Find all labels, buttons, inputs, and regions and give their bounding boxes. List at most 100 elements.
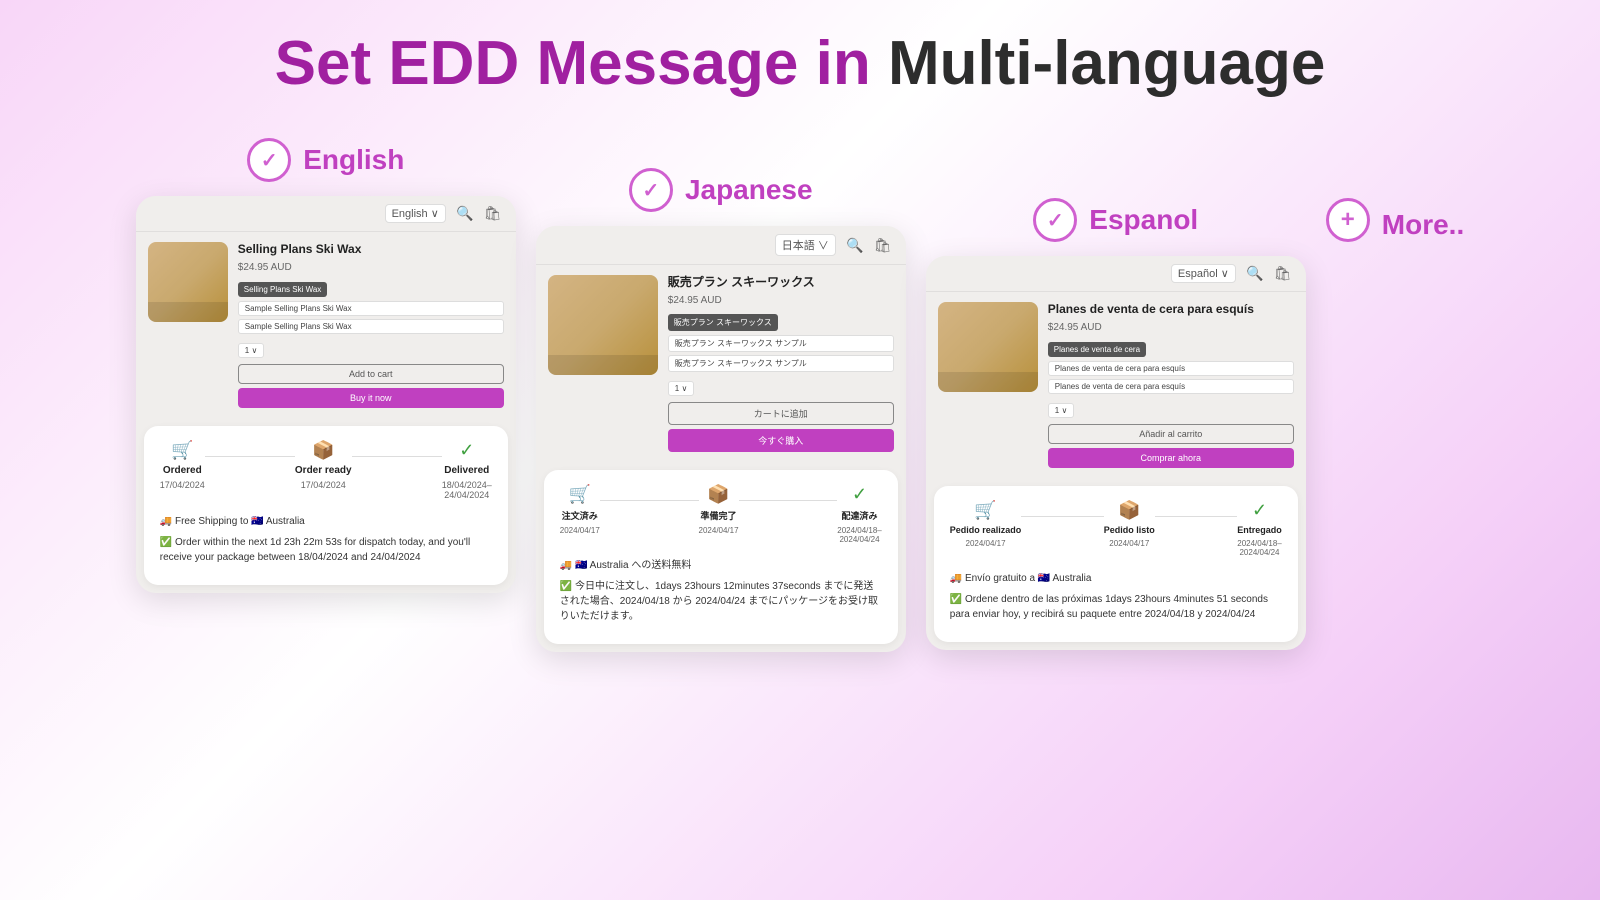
espanol-product-price: $24.95 AUD — [1048, 322, 1294, 333]
more-label-text[interactable]: More.. — [1382, 209, 1464, 241]
japanese-product-info: 販売プラン スキーワックス $24.95 AUD 販売プラン スキーワックス 販… — [668, 275, 894, 452]
english-variant-2[interactable]: Sample Selling Plans Ski Wax — [238, 319, 504, 334]
english-product-image — [148, 242, 228, 322]
espanol-label: ✓ Espanol — [1033, 198, 1198, 242]
japanese-add-cart-btn[interactable]: カートに追加 — [668, 402, 894, 425]
cart-icon[interactable]: 🛍 — [484, 205, 502, 223]
espanol-product-image — [938, 302, 1038, 392]
japanese-variant-btn[interactable]: 販売プラン スキーワックス — [668, 314, 778, 331]
espanol-divider-1 — [1021, 516, 1103, 517]
japanese-variant-2[interactable]: 販売プラン スキーワックス サンプル — [668, 355, 894, 372]
japanese-variant-row: 販売プラン スキーワックス サンプル 販売プラン スキーワックス サンプル — [668, 335, 894, 372]
japanese-block: ✓ Japanese 日本語 ∨ 🔍 🛍 販売プラン スキーワックス $24.9… — [536, 168, 906, 652]
english-step-ready: 📦 Order ready 17/04/2024 — [295, 440, 352, 490]
page-title: Set EDD Message in Multi-language — [275, 30, 1326, 98]
japanese-ordered-icon: 🛒 — [569, 484, 591, 505]
english-delivered-date: 18/04/2024–24/04/2024 — [442, 480, 492, 500]
espanol-ready-label: Pedido listo — [1104, 525, 1155, 535]
english-ordered-label: Ordered — [163, 465, 202, 476]
english-label-text: English — [303, 144, 404, 176]
espanol-buy-now-btn[interactable]: Comprar ahora — [1048, 448, 1294, 468]
japanese-browser-bar: 日本語 ∨ 🔍 🛍 — [536, 226, 906, 265]
espanol-ordered-date: 2024/04/17 — [966, 539, 1006, 548]
more-label-row[interactable]: + More.. — [1326, 198, 1464, 242]
espanol-search-icon[interactable]: 🔍 — [1246, 265, 1264, 283]
espanol-variant-btn[interactable]: Planes de venta de cera — [1048, 342, 1146, 357]
espanol-ready-date: 2024/04/17 — [1109, 539, 1149, 548]
japanese-search-icon[interactable]: 🔍 — [846, 236, 864, 254]
japanese-product-price: $24.95 AUD — [668, 295, 894, 306]
english-variant-1[interactable]: Sample Selling Plans Ski Wax — [238, 301, 504, 316]
espanol-step-delivered: ✓ Entregado 2024/04/18–2024/04/24 — [1237, 500, 1282, 557]
more-plus-icon[interactable]: + — [1326, 198, 1370, 242]
english-steps-row: 🛒 Ordered 17/04/2024 📦 Order ready 17/04… — [160, 440, 492, 500]
english-ready-icon: 📦 — [312, 440, 334, 461]
title-multi-part: Multi-language — [888, 29, 1325, 98]
japanese-ready-icon: 📦 — [707, 484, 729, 505]
espanol-qty-select[interactable]: 1 ∨ — [1048, 403, 1075, 418]
espanol-shipping-line: 🚚 Envío gratuito a 🇦🇺 Australia — [950, 571, 1282, 586]
espanol-delivered-label: Entregado — [1237, 525, 1282, 535]
espanol-label-text: Espanol — [1089, 204, 1198, 236]
english-shipping-line: 🚚 Free Shipping to 🇦🇺 Australia — [160, 514, 492, 529]
japanese-edd-box: 🛒 注文済み 2024/04/17 📦 準備完了 2024/04/17 ✓ 配達… — [544, 470, 898, 644]
english-divider-1 — [205, 456, 295, 457]
espanol-card: Español ∨ 🔍 🛍 Planes de venta de cera pa… — [926, 256, 1306, 650]
english-order-text: ✅ Order within the next 1d 23h 22m 53s f… — [160, 535, 492, 565]
japanese-label-text: Japanese — [685, 174, 813, 206]
espanol-steps-row: 🛒 Pedido realizado 2024/04/17 📦 Pedido l… — [950, 500, 1282, 557]
espanol-delivered-date: 2024/04/18–2024/04/24 — [1237, 539, 1282, 557]
english-add-cart-btn[interactable]: Add to cart — [238, 364, 504, 384]
english-qty-select[interactable]: 1 ∨ — [238, 343, 265, 358]
espanol-order-text: ✅ Ordene dentro de las próximas 1days 23… — [950, 592, 1282, 622]
espanol-check-icon: ✓ — [1033, 198, 1077, 242]
espanol-lang-select[interactable]: Español ∨ — [1171, 264, 1236, 283]
espanol-edd-box: 🛒 Pedido realizado 2024/04/17 📦 Pedido l… — [934, 486, 1298, 642]
espanol-shipping-text: 🚚 Envío gratuito a 🇦🇺 Australia — [950, 571, 1092, 586]
english-ordered-date: 17/04/2024 — [160, 480, 205, 490]
english-delivered-icon: ✓ — [459, 440, 474, 461]
japanese-ordered-label: 注文済み — [562, 509, 598, 522]
english-step-ordered: 🛒 Ordered 17/04/2024 — [160, 440, 205, 490]
espanol-product-section: Planes de venta de cera para esquís $24.… — [926, 292, 1306, 478]
espanol-divider-2 — [1155, 516, 1237, 517]
english-variant-btn[interactable]: Selling Plans Ski Wax — [238, 282, 328, 297]
japanese-shipping-line: 🚚 🇦🇺 Australia への送料無料 — [560, 558, 882, 573]
espanol-product-info: Planes de venta de cera para esquís $24.… — [1048, 302, 1294, 468]
japanese-delivered-icon: ✓ — [852, 484, 867, 505]
japanese-variant-1[interactable]: 販売プラン スキーワックス サンプル — [668, 335, 894, 352]
english-lang-select[interactable]: English ∨ — [385, 204, 446, 223]
english-ready-label: Order ready — [295, 465, 352, 476]
english-product-info: Selling Plans Ski Wax $24.95 AUD Selling… — [238, 242, 504, 408]
espanol-delivered-icon: ✓ — [1252, 500, 1267, 521]
japanese-delivered-date: 2024/04/18–2024/04/24 — [837, 526, 882, 544]
japanese-step-ready: 📦 準備完了 2024/04/17 — [699, 484, 739, 535]
japanese-steps-row: 🛒 注文済み 2024/04/17 📦 準備完了 2024/04/17 ✓ 配達… — [560, 484, 882, 544]
japanese-buy-now-btn[interactable]: 今すぐ購入 — [668, 429, 894, 452]
japanese-step-delivered: ✓ 配達済み 2024/04/18–2024/04/24 — [837, 484, 882, 544]
japanese-ready-date: 2024/04/17 — [699, 526, 739, 535]
espanol-ordered-icon: 🛒 — [974, 500, 996, 521]
search-icon[interactable]: 🔍 — [456, 205, 474, 223]
japanese-order-line: ✅ 今日中に注文し、1days 23hours 12minutes 37seco… — [560, 579, 882, 624]
title-edd-part: Set EDD Message in — [275, 29, 888, 98]
japanese-lang-select[interactable]: 日本語 ∨ — [775, 234, 836, 256]
more-block: + More.. — [1326, 138, 1464, 256]
japanese-card: 日本語 ∨ 🔍 🛍 販売プラン スキーワックス $24.95 AUD 販売プラン… — [536, 226, 906, 652]
espanol-step-ordered: 🛒 Pedido realizado 2024/04/17 — [950, 500, 1022, 548]
japanese-ordered-date: 2024/04/17 — [560, 526, 600, 535]
english-buy-now-btn[interactable]: Buy it now — [238, 388, 504, 408]
japanese-step-ordered: 🛒 注文済み 2024/04/17 — [560, 484, 600, 535]
japanese-ready-label: 準備完了 — [701, 509, 737, 522]
espanol-cart-icon[interactable]: 🛍 — [1274, 265, 1292, 283]
espanol-step-ready: 📦 Pedido listo 2024/04/17 — [1104, 500, 1155, 548]
espanol-variant-row: Planes de venta de cera para esquís Plan… — [1048, 361, 1294, 394]
espanol-variant-1[interactable]: Planes de venta de cera para esquís — [1048, 361, 1294, 376]
english-divider-2 — [352, 456, 442, 457]
japanese-qty-select[interactable]: 1 ∨ — [668, 381, 695, 396]
espanol-ordered-label: Pedido realizado — [950, 525, 1022, 535]
espanol-add-cart-btn[interactable]: Añadir al carrito — [1048, 424, 1294, 444]
english-card: English ∨ 🔍 🛍 Selling Plans Ski Wax $24.… — [136, 196, 516, 593]
japanese-cart-icon[interactable]: 🛍 — [874, 236, 892, 254]
espanol-variant-2[interactable]: Planes de venta de cera para esquís — [1048, 379, 1294, 394]
